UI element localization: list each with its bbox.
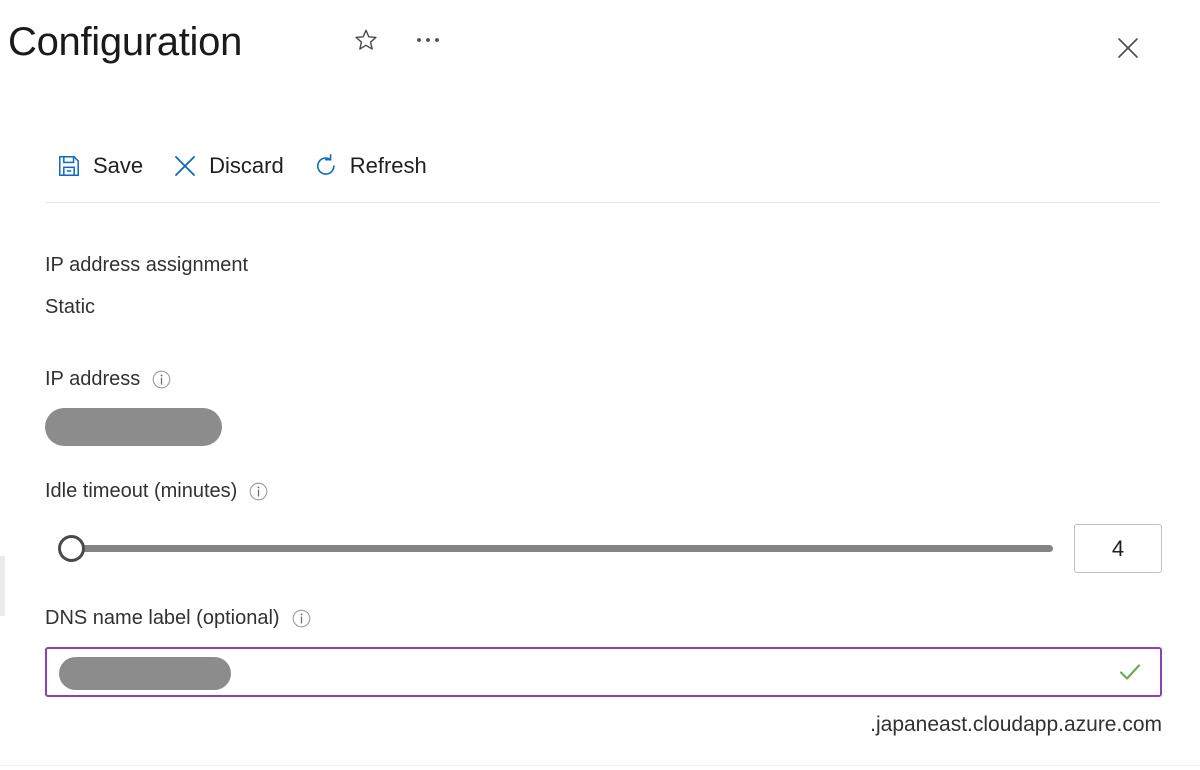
info-circle-icon[interactable] bbox=[292, 609, 311, 628]
save-button[interactable]: Save bbox=[45, 142, 159, 190]
dns-name-input-container[interactable] bbox=[45, 647, 1162, 697]
idle-timeout-slider[interactable] bbox=[45, 524, 1055, 574]
command-bar-divider bbox=[45, 202, 1160, 203]
page-title: Configuration bbox=[8, 20, 243, 64]
refresh-circular-arrow-icon bbox=[312, 152, 340, 180]
dns-name-redacted-value bbox=[59, 657, 231, 690]
field-ip-address-assignment: IP address assignment Static bbox=[45, 250, 248, 322]
slider-thumb[interactable] bbox=[58, 535, 85, 562]
refresh-button[interactable]: Refresh bbox=[300, 142, 443, 190]
discard-button[interactable]: Discard bbox=[159, 142, 300, 190]
ip-address-label: IP address bbox=[45, 364, 222, 394]
field-idle-timeout: Idle timeout (minutes) 4 bbox=[45, 476, 1162, 574]
blade-header: Configuration bbox=[0, 0, 1200, 100]
dns-suffix-text: .japaneast.cloudapp.azure.com bbox=[870, 713, 1162, 736]
discard-button-label: Discard bbox=[209, 153, 284, 178]
idle-timeout-slider-row: 4 bbox=[45, 524, 1162, 574]
blade-left-edge bbox=[0, 556, 5, 616]
dns-name-label-label: DNS name label (optional) bbox=[45, 603, 1162, 633]
idle-timeout-label: Idle timeout (minutes) bbox=[45, 476, 1162, 506]
ip-address-assignment-label: IP address assignment bbox=[45, 254, 249, 276]
more-options-ellipsis-icon[interactable] bbox=[414, 26, 442, 54]
command-bar: Save Discard Refresh bbox=[45, 142, 443, 190]
slider-track[interactable] bbox=[73, 545, 1053, 552]
idle-timeout-number-input[interactable]: 4 bbox=[1074, 524, 1162, 573]
info-circle-icon[interactable] bbox=[152, 370, 171, 389]
dns-name-label-text: DNS name label (optional) bbox=[45, 607, 280, 629]
field-ip-address: IP address bbox=[45, 364, 222, 446]
ip-address-label-text: IP address bbox=[45, 368, 141, 390]
info-circle-icon[interactable] bbox=[249, 482, 268, 501]
discard-x-icon bbox=[171, 152, 199, 180]
field-dns-name-label: DNS name label (optional) .japaneast.clo… bbox=[45, 603, 1162, 739]
refresh-button-label: Refresh bbox=[349, 153, 427, 178]
ip-address-assignment-value: Static bbox=[45, 296, 96, 318]
bottom-divider bbox=[0, 765, 1200, 766]
close-blade-icon[interactable] bbox=[1108, 28, 1148, 68]
title-actions bbox=[352, 26, 442, 54]
save-floppy-icon bbox=[55, 152, 83, 180]
idle-timeout-label-text: Idle timeout (minutes) bbox=[45, 480, 238, 502]
ip-address-redacted-value bbox=[45, 408, 222, 446]
favorite-star-icon[interactable] bbox=[352, 26, 380, 54]
save-button-label: Save bbox=[93, 153, 144, 178]
idle-timeout-value: 4 bbox=[1111, 535, 1125, 561]
green-check-icon bbox=[1114, 656, 1146, 688]
